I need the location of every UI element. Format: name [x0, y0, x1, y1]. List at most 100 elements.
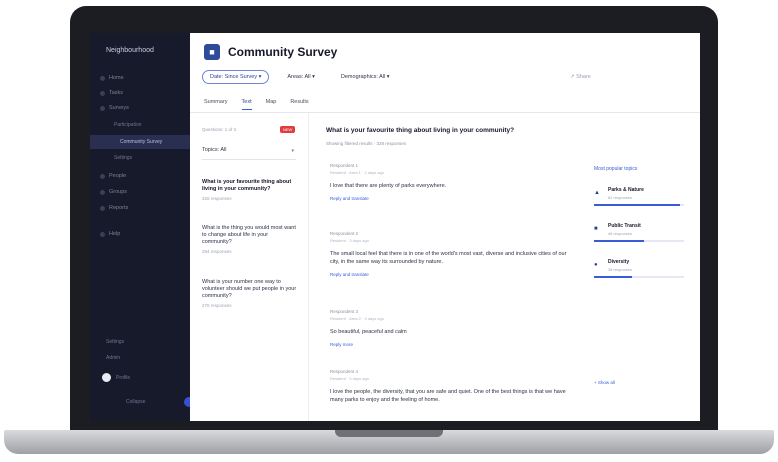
tab-results[interactable]: Results: [290, 99, 308, 110]
topics-title: Most popular topics: [594, 166, 638, 172]
diversity-icon: ●: [594, 262, 598, 268]
sidebar-subitem-active[interactable]: Community Survey: [90, 135, 190, 149]
app-window: Neighbourhood Home Tasks Surveys Partici…: [90, 33, 700, 421]
current-question: What is your favourite thing about livin…: [326, 127, 515, 134]
reply-link[interactable]: Reply more: [330, 342, 570, 347]
avatar[interactable]: [102, 373, 111, 382]
topic-name: Diversity: [608, 259, 630, 265]
filter-date[interactable]: Date: Since Survey ▾: [202, 70, 270, 84]
group-icon: [100, 189, 105, 195]
reply-link[interactable]: Reply and translate: [330, 196, 570, 201]
sidebar: Neighbourhood Home Tasks Surveys Partici…: [90, 33, 194, 421]
topic-select-value: Topics: All: [202, 147, 227, 153]
question-count: Questions: 1 of 3: [202, 127, 237, 132]
sidebar-item-label: People: [109, 173, 127, 179]
share-icon: ↗: [570, 74, 575, 80]
response-item: Respondent 4 Resident · 5 days ago I lov…: [330, 369, 570, 404]
topic-bar-fill: [594, 204, 680, 206]
response-item: Respondent 1 Resident · Area 1 · 2 days …: [330, 163, 570, 201]
response-text: The small local feel that there is in on…: [330, 251, 567, 265]
topic-bar-track: [594, 204, 684, 206]
org-name: Neighbourhood: [106, 47, 154, 54]
chevron-down-icon: ▾: [291, 148, 294, 154]
chevron-down-icon: ▾: [258, 74, 262, 80]
sidebar-item-groups[interactable]: Groups: [100, 189, 127, 195]
topic-bar-fill: [594, 240, 644, 242]
chevron-down-icon: ▾: [386, 74, 390, 80]
respondent-name: Respondent 4: [330, 369, 359, 374]
response-meta: Resident · Area 2 · 4 days ago: [330, 316, 385, 321]
responses-panel: What is your favourite thing about livin…: [318, 113, 578, 421]
filter-label: Demographics: All: [340, 74, 386, 80]
question-title: What is your number one way to volunteer…: [202, 279, 297, 299]
park-icon: ▲: [594, 190, 600, 196]
laptop-notch: [335, 430, 443, 437]
showing-count: Showing filtered results · 328 responses: [326, 141, 407, 146]
filter-label: Date: Since Survey: [210, 74, 258, 80]
topic-select[interactable]: Topics: All ▾: [202, 147, 296, 160]
people-icon: [100, 173, 105, 179]
topic-bar-fill: [594, 276, 632, 278]
response-text: I love that there are plenty of parks ev…: [330, 183, 447, 189]
user-label[interactable]: Profile: [116, 375, 130, 381]
response-item: Respondent 3 Resident · Area 2 · 4 days …: [330, 309, 570, 347]
page-title: Community Survey: [228, 45, 338, 59]
sidebar-item-surveys[interactable]: Surveys: [100, 105, 129, 111]
new-badge: NEW: [280, 126, 296, 133]
question-meta: 276 responses: [202, 303, 232, 308]
report-icon: [100, 205, 105, 211]
sidebar-item-people[interactable]: People: [100, 173, 126, 179]
respondent-name: Respondent 1: [330, 163, 359, 168]
sidebar-item-home[interactable]: Home: [100, 75, 124, 81]
sidebar-item-label: Surveys: [109, 105, 129, 111]
survey-icon: ■: [204, 44, 220, 60]
sidebar-subitem-settings[interactable]: Settings: [114, 155, 132, 161]
filter-label: Areas: All: [287, 74, 311, 80]
question-title: What is the thing you would most want to…: [202, 225, 296, 245]
chevron-down-icon: ▾: [312, 74, 315, 80]
respondent-name: Respondent 2: [330, 231, 359, 236]
question-item-1[interactable]: What is your favourite thing about livin…: [202, 179, 298, 201]
tab-map[interactable]: Map: [266, 99, 277, 110]
response-text: I love the people, the diversity, that y…: [330, 389, 566, 403]
response-meta: Resident · 5 days ago: [330, 376, 369, 381]
topic-count: 38 responses: [608, 267, 633, 272]
response-text: So beautiful, peaceful and calm: [330, 329, 407, 335]
show-all-topics[interactable]: + Show all: [594, 380, 615, 385]
sidebar-item-reports[interactable]: Reports: [100, 205, 128, 211]
topic-bar-track: [594, 240, 684, 242]
share-button[interactable]: ↗ Share: [570, 74, 591, 80]
topic-name: Public Transit: [608, 223, 641, 229]
sidebar-item-label: Home: [109, 75, 124, 81]
reply-link[interactable]: Reply and translate: [330, 272, 570, 277]
question-item-2[interactable]: What is the thing you would most want to…: [202, 225, 298, 254]
sidebar-item-label: Help: [109, 231, 121, 237]
response-item: Respondent 2 Resident · 3 days ago The s…: [330, 231, 570, 277]
sidebar-subitem-participation[interactable]: Participation: [114, 122, 142, 128]
survey-icon: [100, 105, 105, 111]
question-list-panel: Questions: 1 of 3 NEW Topics: All ▾ What…: [190, 113, 309, 421]
sidebar-item-label: Tasks: [109, 90, 124, 96]
sidebar-item-help[interactable]: Help: [100, 231, 120, 237]
question-item-3[interactable]: What is your number one way to volunteer…: [202, 279, 298, 308]
transit-icon: ■: [594, 226, 598, 232]
question-meta: 328 responses: [202, 196, 232, 201]
sidebar-item-label: Reports: [109, 205, 129, 211]
response-meta: Resident · Area 1 · 2 days ago: [330, 170, 385, 175]
sidebar-footer-admin[interactable]: Admin: [106, 355, 120, 361]
collapse-label[interactable]: Collapse: [126, 399, 145, 405]
share-label: Share: [576, 74, 591, 80]
topics-panel: Most popular topics ▲ Parks & Nature 82 …: [588, 113, 700, 421]
response-meta: Resident · 3 days ago: [330, 238, 369, 243]
question-title: What is your favourite thing about livin…: [202, 179, 292, 192]
sidebar-item-tasks[interactable]: Tasks: [100, 90, 123, 96]
tab-text[interactable]: Text: [241, 99, 252, 110]
tab-summary[interactable]: Summary: [204, 99, 228, 110]
home-icon: [100, 75, 105, 81]
sidebar-footer-settings[interactable]: Settings: [106, 339, 124, 345]
topic-bar-track: [594, 276, 684, 278]
filter-areas[interactable]: Areas: All ▾: [279, 70, 323, 84]
respondent-name: Respondent 3: [330, 309, 359, 314]
filter-demographics[interactable]: Demographics: All ▾: [333, 70, 398, 84]
topic-count: 46 responses: [608, 231, 633, 236]
